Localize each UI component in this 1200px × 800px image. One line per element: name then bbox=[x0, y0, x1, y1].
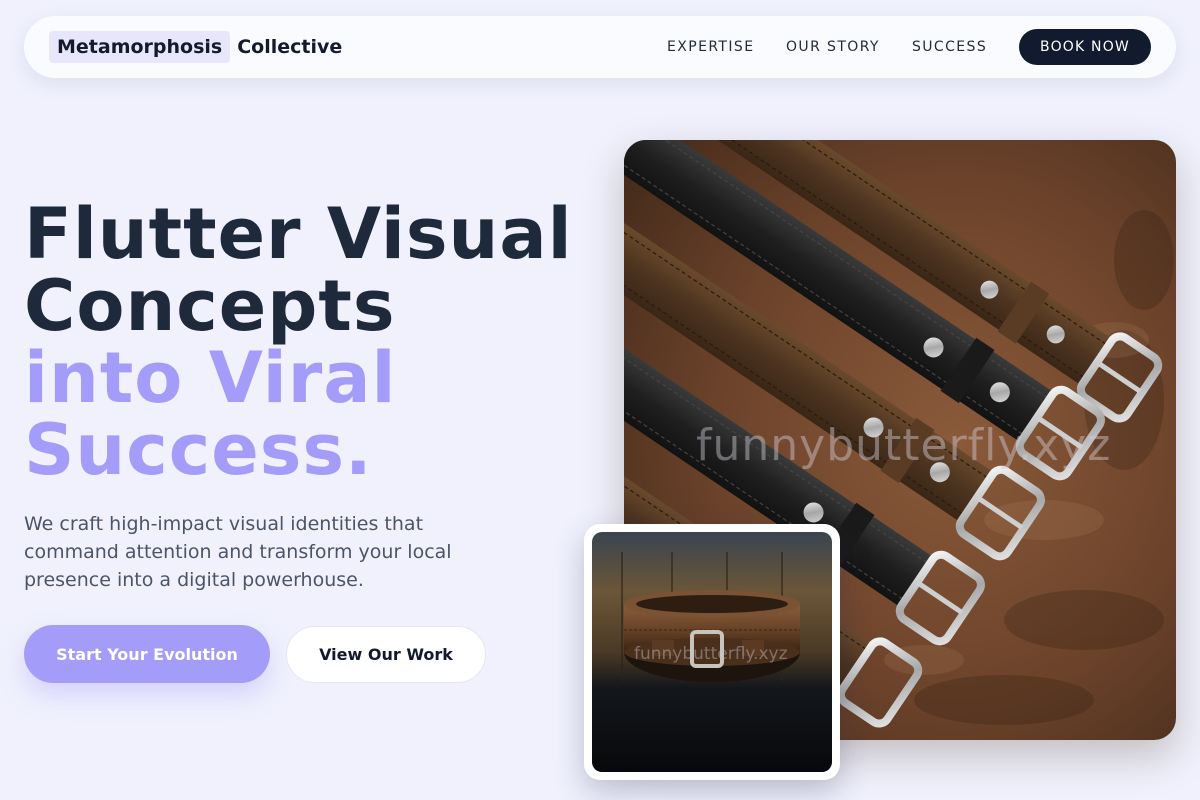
headline-line-4: Success. bbox=[24, 409, 373, 491]
nav-link-success[interactable]: SUCCESS bbox=[912, 39, 987, 55]
secondary-image-watermark: funnybutterfly.xyz bbox=[634, 644, 788, 664]
hero-headline: Flutter Visual Concepts into Viral Succe… bbox=[24, 198, 604, 486]
nav-link-expertise[interactable]: EXPERTISE bbox=[667, 39, 754, 55]
start-evolution-button[interactable]: Start Your Evolution bbox=[24, 625, 270, 683]
top-navbar: Metamorphosis Collective EXPERTISE OUR S… bbox=[24, 16, 1176, 78]
brand-name-rest: Collective bbox=[237, 36, 343, 58]
headline-line-2: Concepts bbox=[24, 265, 396, 347]
headline-line-1: Flutter Visual bbox=[24, 193, 573, 275]
view-work-button[interactable]: View Our Work bbox=[286, 626, 486, 683]
brand-name-highlight: Metamorphosis bbox=[49, 31, 231, 63]
secondary-image: funnybutterfly.xyz bbox=[592, 532, 832, 772]
main-image-watermark: funnybutterfly.xyz bbox=[696, 420, 1112, 471]
nav-link-our-story[interactable]: OUR STORY bbox=[786, 39, 880, 55]
book-now-button[interactable]: BOOK NOW bbox=[1019, 29, 1151, 65]
headline-line-3: into Viral bbox=[24, 337, 397, 419]
hero-description: We craft high-impact visual identities t… bbox=[24, 513, 452, 591]
secondary-image-card: funnybutterfly.xyz bbox=[584, 524, 840, 780]
brand-logo[interactable]: Metamorphosis Collective bbox=[49, 31, 342, 63]
